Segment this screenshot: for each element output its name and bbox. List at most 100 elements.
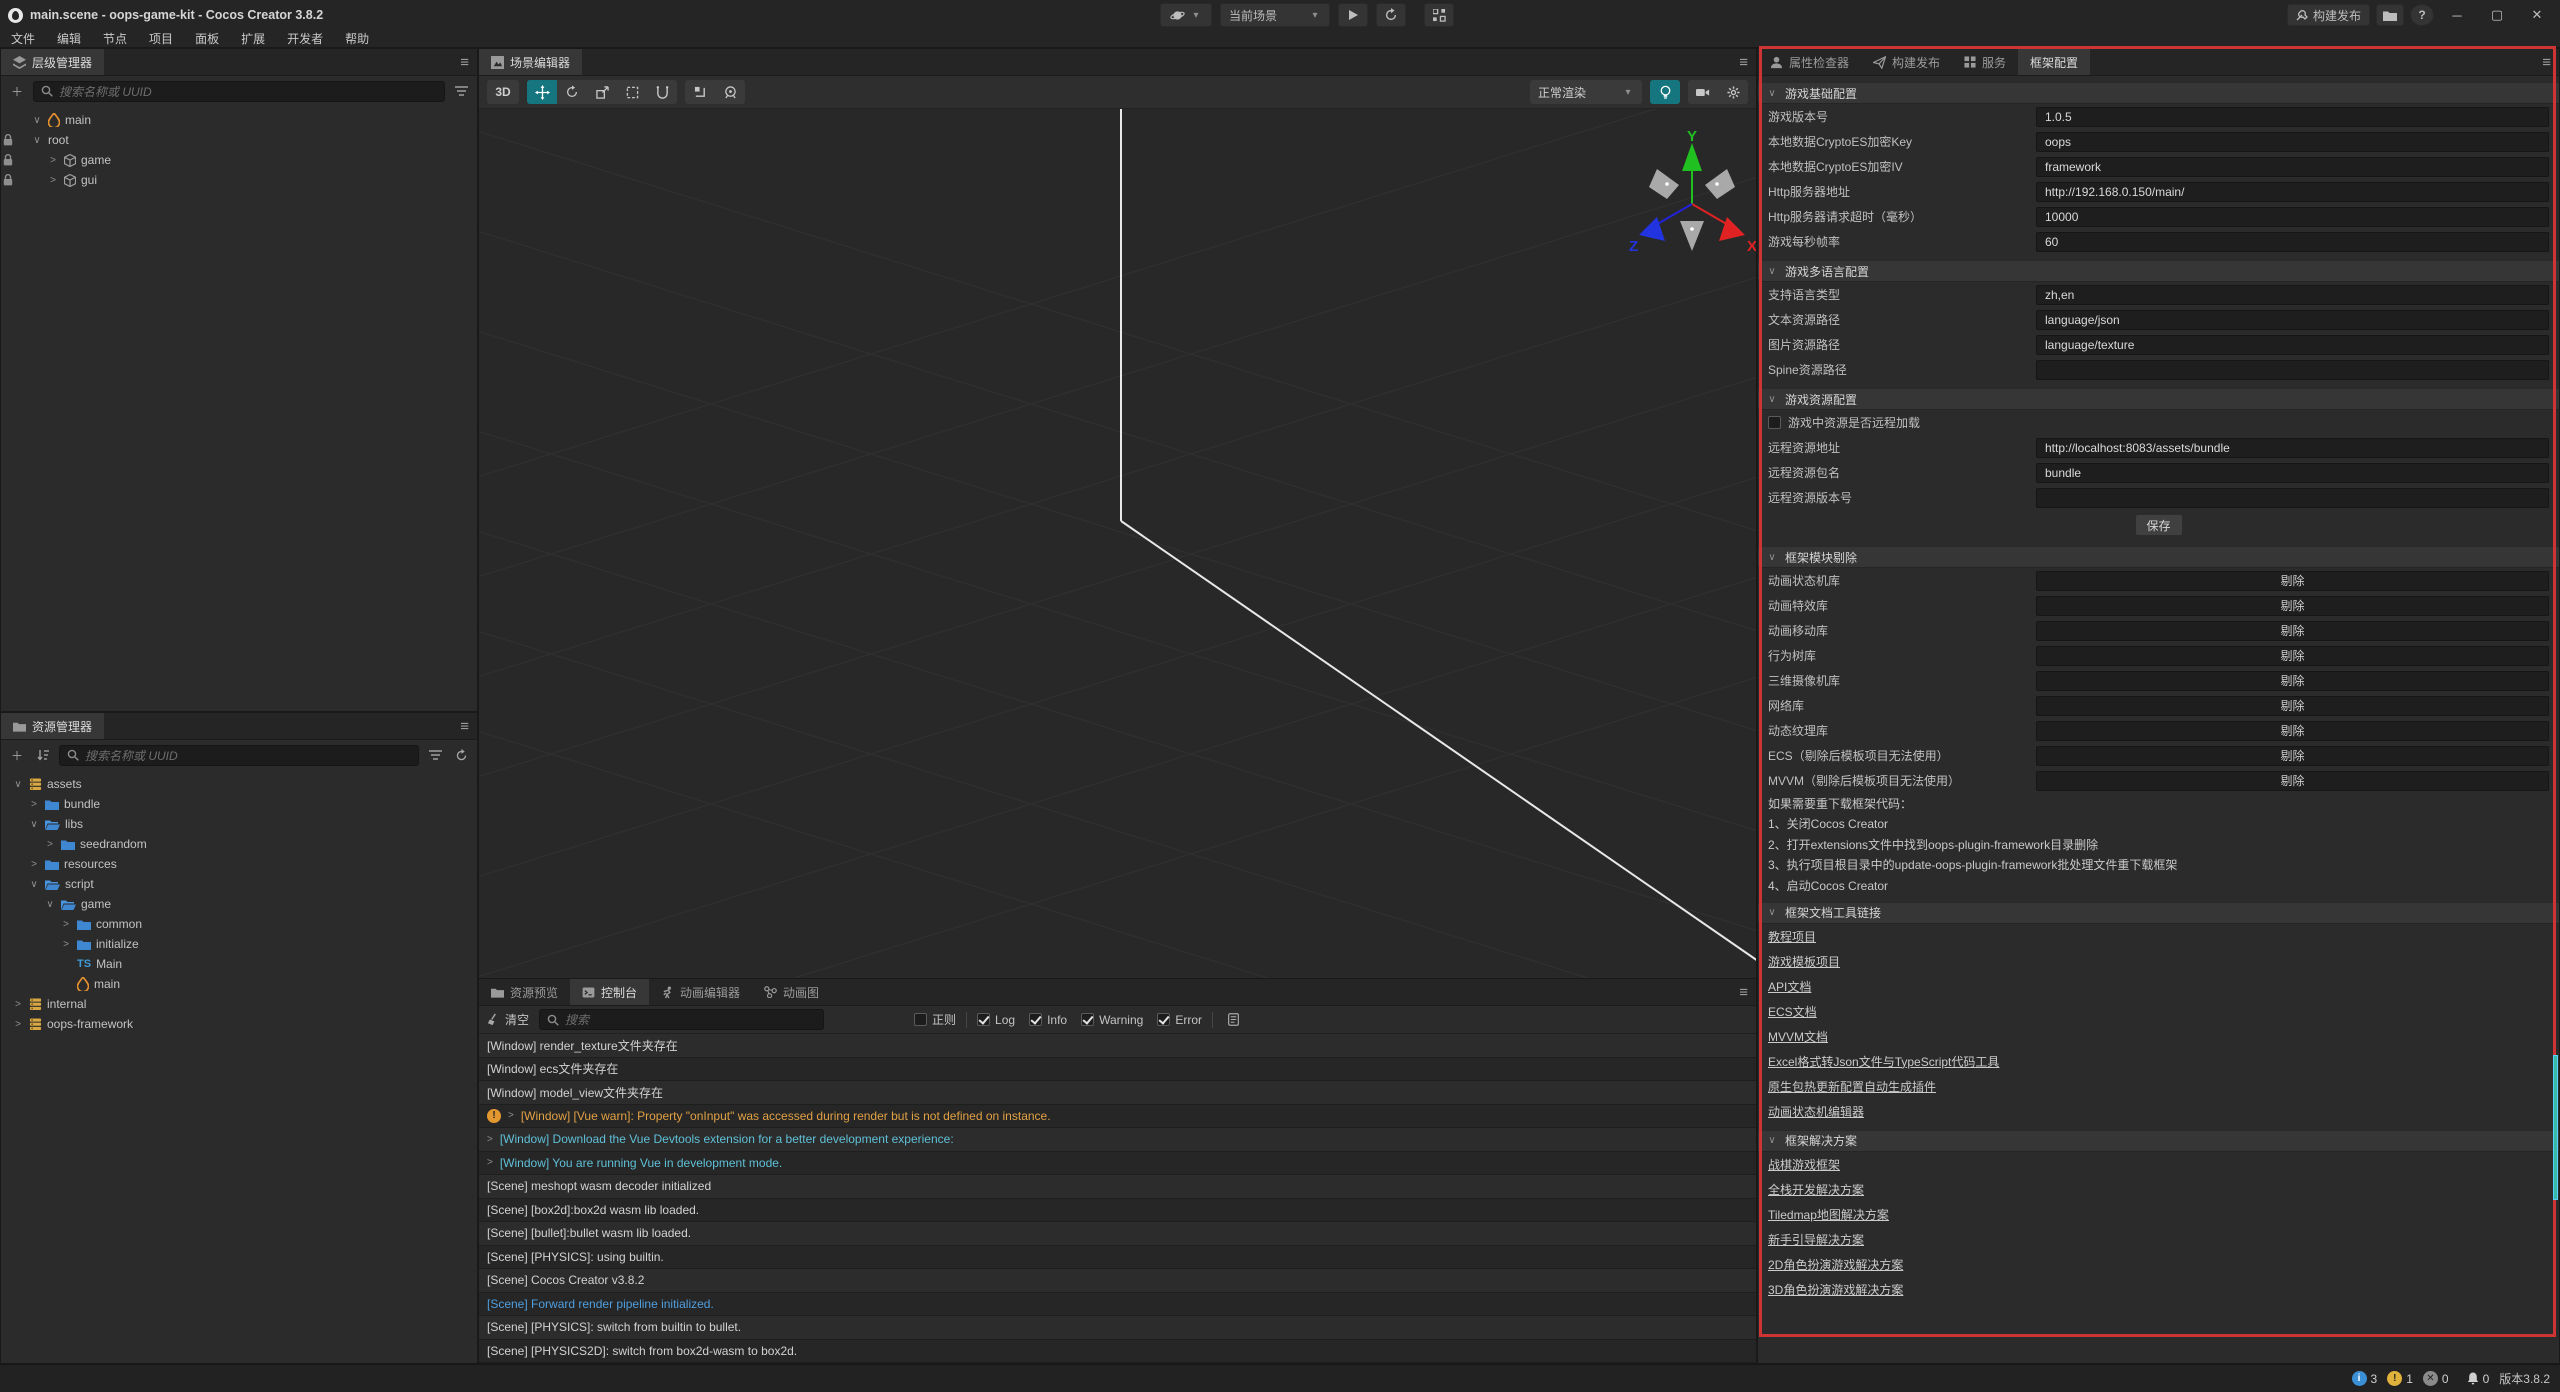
tree-item-bundle[interactable]: >bundle	[1, 794, 477, 814]
assets-menu-icon[interactable]: ≡	[460, 718, 469, 735]
save-button[interactable]: 保存	[2135, 514, 2183, 536]
remove-module-button[interactable]: 剔除	[2036, 696, 2549, 716]
link-Excel格式转Json文件与TypeScript代码工具[interactable]: Excel格式转Json文件与TypeScript代码工具	[1758, 1049, 2559, 1074]
minimize-button[interactable]: ─	[2440, 0, 2474, 30]
link-ECS文档[interactable]: ECS文档	[1758, 999, 2559, 1024]
prop-input[interactable]: language/texture	[2036, 335, 2549, 355]
console-row[interactable]: [Scene] [PHYSICS]: switch from builtin t…	[479, 1316, 1756, 1340]
chevron-down-icon[interactable]: ∨	[12, 779, 24, 790]
filter-info[interactable]: Info	[1029, 1013, 1067, 1027]
tab-scene-editor[interactable]: 场景编辑器	[479, 49, 582, 75]
tree-item-Main[interactable]: TSMain	[1, 954, 477, 974]
play-button[interactable]	[1338, 3, 1368, 27]
preview-qr-button[interactable]	[1424, 3, 1454, 27]
console-row[interactable]: [Scene] Cocos Creator v3.8.2	[479, 1269, 1756, 1293]
tree-item-internal[interactable]: >internal	[1, 994, 477, 1014]
lock-icon[interactable]	[1, 174, 15, 186]
prop-input[interactable]: language/json	[2036, 310, 2549, 330]
expand-icon[interactable]: >	[487, 1157, 493, 1168]
menu-开发者[interactable]: 开发者	[276, 30, 334, 47]
menu-编辑[interactable]: 编辑	[46, 30, 92, 47]
menu-帮助[interactable]: 帮助	[334, 30, 380, 47]
pivot-tool-button[interactable]	[685, 80, 715, 104]
prop-input[interactable]: 1.0.5	[2036, 107, 2549, 127]
move-tool-button[interactable]	[527, 80, 557, 104]
add-asset-button[interactable]: ＋	[7, 745, 27, 765]
console-row[interactable]: !>[Window] [Vue warn]: Property "onInput…	[479, 1105, 1756, 1129]
console-menu-icon[interactable]: ≡	[1739, 984, 1748, 1001]
tree-item-resources[interactable]: >resources	[1, 854, 477, 874]
help-button[interactable]: ?	[2410, 4, 2434, 26]
sort-assets-button[interactable]	[33, 745, 53, 765]
prop-input[interactable]: http://192.168.0.150/main/	[2036, 182, 2549, 202]
remove-module-button[interactable]: 剔除	[2036, 771, 2549, 791]
tab-assets[interactable]: 资源管理器	[1, 713, 104, 739]
chevron-right-icon[interactable]: >	[28, 799, 40, 810]
inspector-scrollbar-thumb[interactable]	[2553, 1055, 2558, 1200]
chevron-down-icon[interactable]: ∨	[28, 819, 40, 830]
console-row[interactable]: >[Window] You are running Vue in develop…	[479, 1152, 1756, 1176]
console-search-input[interactable]: 搜索	[539, 1009, 824, 1030]
lighting-toggle-button[interactable]	[1650, 80, 1680, 104]
rotate-tool-button[interactable]	[557, 80, 587, 104]
add-node-button[interactable]: ＋	[7, 81, 27, 101]
hierarchy-filter-button[interactable]	[451, 81, 471, 101]
remove-module-button[interactable]: 剔除	[2036, 746, 2549, 766]
platform-select[interactable]: ▾	[1160, 3, 1212, 27]
notification-count[interactable]: 0	[2467, 1372, 2490, 1386]
link-Tiledmap地图解决方案[interactable]: Tiledmap地图解决方案	[1758, 1202, 2559, 1227]
prop-input[interactable]	[2036, 360, 2549, 380]
chevron-right-icon[interactable]: >	[28, 859, 40, 870]
prop-input[interactable]: http://localhost:8083/assets/bundle	[2036, 438, 2549, 458]
link-战棋游戏框架[interactable]: 战棋游戏框架	[1758, 1152, 2559, 1177]
expand-icon[interactable]: >	[487, 1134, 493, 1145]
close-button[interactable]: ✕	[2520, 0, 2554, 30]
info-count[interactable]: i 3	[2352, 1371, 2378, 1386]
menu-文件[interactable]: 文件	[0, 30, 46, 47]
remove-module-button[interactable]: 剔除	[2036, 646, 2549, 666]
scene-viewport[interactable]: Y X Z	[479, 109, 1756, 1005]
tab-hierarchy[interactable]: 层级管理器	[1, 49, 104, 75]
tree-item-gui[interactable]: >gui	[1, 170, 477, 190]
console-row[interactable]: [Scene] [box2d]:box2d wasm lib loaded.	[479, 1199, 1756, 1223]
regex-checkbox[interactable]: 正则	[914, 1011, 956, 1028]
assets-search-input[interactable]: 搜索名称或 UUID	[59, 745, 419, 766]
section-框架模块剔除[interactable]: ∨框架模块剔除	[1758, 546, 2559, 568]
tab-框架配置[interactable]: 框架配置	[2018, 49, 2090, 75]
link-原生包热更新配置自动生成插件[interactable]: 原生包热更新配置自动生成插件	[1758, 1074, 2559, 1099]
prop-input[interactable]: bundle	[2036, 463, 2549, 483]
console-row[interactable]: [Scene] [bullet]:bullet wasm lib loaded.	[479, 1222, 1756, 1246]
tree-item-seedrandom[interactable]: >seedrandom	[1, 834, 477, 854]
open-folder-button[interactable]	[2376, 4, 2404, 26]
chevron-down-icon[interactable]: ∨	[31, 115, 43, 126]
console-row[interactable]: [Window] render_texture文件夹存在	[479, 1034, 1756, 1058]
chevron-right-icon[interactable]: >	[60, 939, 72, 950]
link-动画状态机编辑器[interactable]: 动画状态机编辑器	[1758, 1099, 2559, 1124]
chevron-right-icon[interactable]: >	[60, 919, 72, 930]
console-row[interactable]: [Scene] [PHYSICS]: using builtin.	[479, 1246, 1756, 1270]
scale-tool-button[interactable]	[587, 80, 617, 104]
console-row[interactable]: [Window] ecs文件夹存在	[479, 1058, 1756, 1082]
link-MVVM文档[interactable]: MVVM文档	[1758, 1024, 2559, 1049]
tab-服务[interactable]: 服务	[1952, 49, 2018, 75]
scene-select[interactable]: 当前场景 ▾	[1220, 3, 1330, 27]
tab-构建发布[interactable]: 构建发布	[1861, 49, 1952, 75]
menu-项目[interactable]: 项目	[138, 30, 184, 47]
tree-item-assets[interactable]: ∨assets	[1, 774, 477, 794]
prop-input[interactable]	[2036, 488, 2549, 508]
console-row[interactable]: [Scene] meshopt wasm decoder initialized	[479, 1175, 1756, 1199]
chevron-right-icon[interactable]: >	[12, 1019, 24, 1030]
prop-input[interactable]: oops	[2036, 132, 2549, 152]
tab-属性检查器[interactable]: 属性检查器	[1758, 49, 1861, 75]
prop-input[interactable]: 60	[2036, 232, 2549, 252]
section-游戏多语言配置[interactable]: ∨游戏多语言配置	[1758, 260, 2559, 282]
link-全栈开发解决方案[interactable]: 全栈开发解决方案	[1758, 1177, 2559, 1202]
filter-error[interactable]: Error	[1157, 1013, 1202, 1027]
build-publish-button[interactable]: 构建发布	[2287, 4, 2370, 26]
maximize-button[interactable]: ▢	[2480, 0, 2514, 30]
menu-面板[interactable]: 面板	[184, 30, 230, 47]
section-框架解决方案[interactable]: ∨框架解决方案	[1758, 1130, 2559, 1152]
chevron-down-icon[interactable]: ∨	[28, 879, 40, 890]
section-游戏基础配置[interactable]: ∨游戏基础配置	[1758, 82, 2559, 104]
toggle-3d-button[interactable]: 3D	[487, 80, 519, 104]
